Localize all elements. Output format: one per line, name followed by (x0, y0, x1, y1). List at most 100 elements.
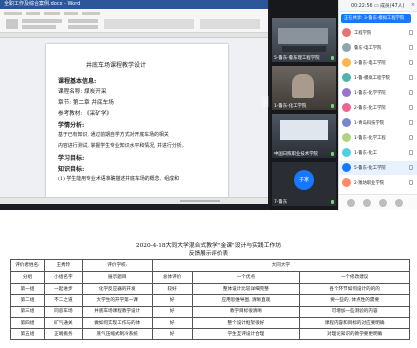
mic-icon (409, 150, 413, 155)
member-item[interactable]: 3-鲁东-电工学院 (339, 56, 417, 70)
mic-icon (409, 120, 413, 125)
table-cell: 第三组 (10, 305, 45, 318)
table-cell: 第一组 (10, 282, 45, 296)
table-cell: 各个环节如何设计的的的 (299, 282, 410, 296)
meeting-window: 全职工作及综合案例.docx - Word 井底车场课程教学设计 课程基本信息:… (0, 0, 417, 210)
member-item[interactable]: 5-鲁东-化工学院 (339, 161, 417, 175)
member-name: 2-鲁东-化工学院 (354, 106, 386, 111)
table-cell: 好 (151, 294, 193, 307)
member-item[interactable]: 2-鲁东-化工学院 (339, 101, 417, 115)
mic-icon (409, 60, 413, 65)
user-avatar: 子家 (294, 170, 314, 190)
tile-name: 中国日照职业技术学院 (274, 152, 318, 157)
doc-line: 学习目标: (58, 155, 85, 162)
avatar (342, 43, 351, 52)
mic-icon (409, 75, 413, 80)
member-item[interactable]: 1-青岛科技学院 (339, 116, 417, 130)
table-cell: 学生互评设计合理 (191, 328, 301, 341)
member-item[interactable]: 工程学院 (339, 26, 417, 40)
table-cell: 正端挑务 (43, 328, 83, 341)
document-statusbar (0, 197, 268, 204)
mic-icon (409, 135, 413, 140)
member-item[interactable]: 1-鲁东-化学工程 (339, 131, 417, 145)
member-item[interactable]: 2-潍坊职业学院 (339, 176, 417, 190)
member-name: 1-青岛科技学院 (354, 121, 385, 126)
tile-name: 5-鲁东-鲁东理工程学院 (274, 56, 320, 61)
member-item[interactable]: 1-鲁-模拟工程学院 (339, 71, 417, 85)
video-tile[interactable]: 中国日照职业技术学院 (272, 114, 336, 158)
invite-icon[interactable] (347, 199, 355, 207)
evaluation-sheet: 2020-4-18大同大学混合式教学"金课"设计与实践工作坊 反馈展示评价表 评… (0, 210, 417, 348)
evaluator-name: 王秀玲 (43, 259, 83, 272)
table-cell: 要一些的, 体点性的需要 (299, 294, 410, 307)
member-panel: 00:22:56 ▭ 成员(47人) × 正在共享: 3-鲁东-模拟工程学院 工… (338, 0, 417, 210)
collapse-panel-icon[interactable]: ‹ (262, 96, 269, 107)
evaluator-label: 评价者姓名: (10, 259, 45, 272)
table-cell: 整体设计比较详细完整 (191, 282, 301, 296)
table-cell: 不二之道 (43, 294, 83, 307)
document-page[interactable]: 井底车场课程教学设计 课程基本信息: 课程名称: 煤炭开采 章节: 第二章 井底… (46, 44, 228, 204)
table-cell: 较好 (151, 282, 193, 296)
mic-icon (409, 180, 413, 185)
table-cell: 矿气通关 (43, 316, 83, 330)
table-cell: 应用思维导图, 清晰直观 (191, 294, 301, 307)
member-name: 1-鲁-模拟工程学院 (354, 76, 390, 81)
panel-header: 00:22:56 ▭ 成员(47人) × (339, 0, 417, 12)
column-header: 一个修改建议 (299, 271, 410, 284)
table-cell: 蒸气压缩式制冷系统 (81, 328, 153, 341)
table-row: 第五组 正端挑务 蒸气压缩式制冷系统 好 学生互评设计合理 对理论知识的教学要更… (10, 328, 410, 341)
member-item[interactable]: 1-鲁东-化学学院 (339, 86, 417, 100)
mute-all-icon[interactable] (363, 199, 371, 207)
table-row: 第四组 矿气通关 做如何实现工作与的体 好 整个设计框架很好 课程内容和目标的对… (10, 316, 410, 330)
table-cell: 教学目标很清晰 (191, 305, 301, 318)
member-name: 工程学院 (354, 31, 372, 36)
panel-status: 00:22:56 ▭ 成员(47人) (351, 4, 405, 9)
close-icon[interactable]: × (411, 2, 415, 8)
member-name: 1-鲁东-化工 (354, 151, 378, 156)
avatar (342, 28, 351, 37)
table-cell: 第四组 (10, 316, 45, 330)
mic-icon (409, 30, 413, 35)
table-cell: 好 (151, 328, 193, 341)
avatar (342, 88, 351, 97)
tile-name: 7-鲁东 (274, 200, 288, 205)
table-cell: 第二组 (10, 294, 45, 307)
school-name: 大同大学 (151, 259, 411, 272)
table-cell: 一起进步 (43, 282, 83, 296)
mic-icon (331, 152, 334, 156)
video-tile[interactable]: 5-鲁东-鲁东理工程学院 (272, 18, 336, 62)
word-ribbon[interactable] (0, 9, 268, 33)
document-heading: 井底车场课程教学设计 (86, 62, 147, 69)
sheet-subtitle: 反馈展示评价表 (188, 251, 229, 257)
member-item[interactable]: 鲁东-电工学院 (339, 41, 417, 55)
avatar (342, 148, 351, 157)
document-titlebar: 全职工作及综合案例.docx - Word (0, 0, 268, 9)
avatar (342, 103, 351, 112)
more-icon[interactable] (395, 199, 403, 207)
table-cell: 化学反应器的开发 (81, 282, 153, 296)
doc-line: (1) 学生能用专业术语准确描述井底车场的概念、组成和 (58, 176, 179, 182)
video-tile[interactable]: 子家 7-鲁东 (272, 162, 336, 206)
member-name: 1-鲁东-化学学院 (354, 91, 386, 96)
video-tile[interactable]: 1-鲁东-化工学院 (272, 66, 336, 110)
table-cell: 可增加一些测验的内容 (299, 305, 410, 318)
avatar (342, 73, 351, 82)
doc-line: 课程基本信息: (58, 78, 97, 85)
avatar (342, 58, 351, 67)
mic-icon (331, 104, 334, 108)
evaluation-table: 评价者姓名: 王秀玲 评价学校: 大同大学 分组 小组名字 展示题目 总体评价 … (10, 259, 411, 341)
mic-icon (409, 165, 413, 170)
doc-line: 学情分析: (58, 122, 85, 129)
member-item[interactable]: 1-鲁东-化工 (339, 146, 417, 160)
table-row: 第三组 同恶车场 井底车场课程教学设计 好 教学目标很清晰 可增加一些测验的内容 (10, 305, 410, 318)
table-cell: 对理论知识的教学要更明确 (299, 328, 410, 341)
doc-line: 知识目标: (58, 166, 85, 173)
settings-icon[interactable] (379, 199, 387, 207)
table-cell: 做如何实现工作与的体 (81, 316, 153, 330)
avatar (342, 163, 351, 172)
table-cell: 课程内容和目标的对应要明确 (299, 316, 410, 330)
table-cell: 整个设计框架很好 (191, 316, 301, 330)
sharing-indicator-button[interactable]: 正在共享: 3-鲁东-模拟工程学院 (341, 14, 411, 23)
table-cell: 第五组 (10, 328, 45, 341)
tile-name: 1-鲁东-化工学院 (274, 104, 307, 109)
